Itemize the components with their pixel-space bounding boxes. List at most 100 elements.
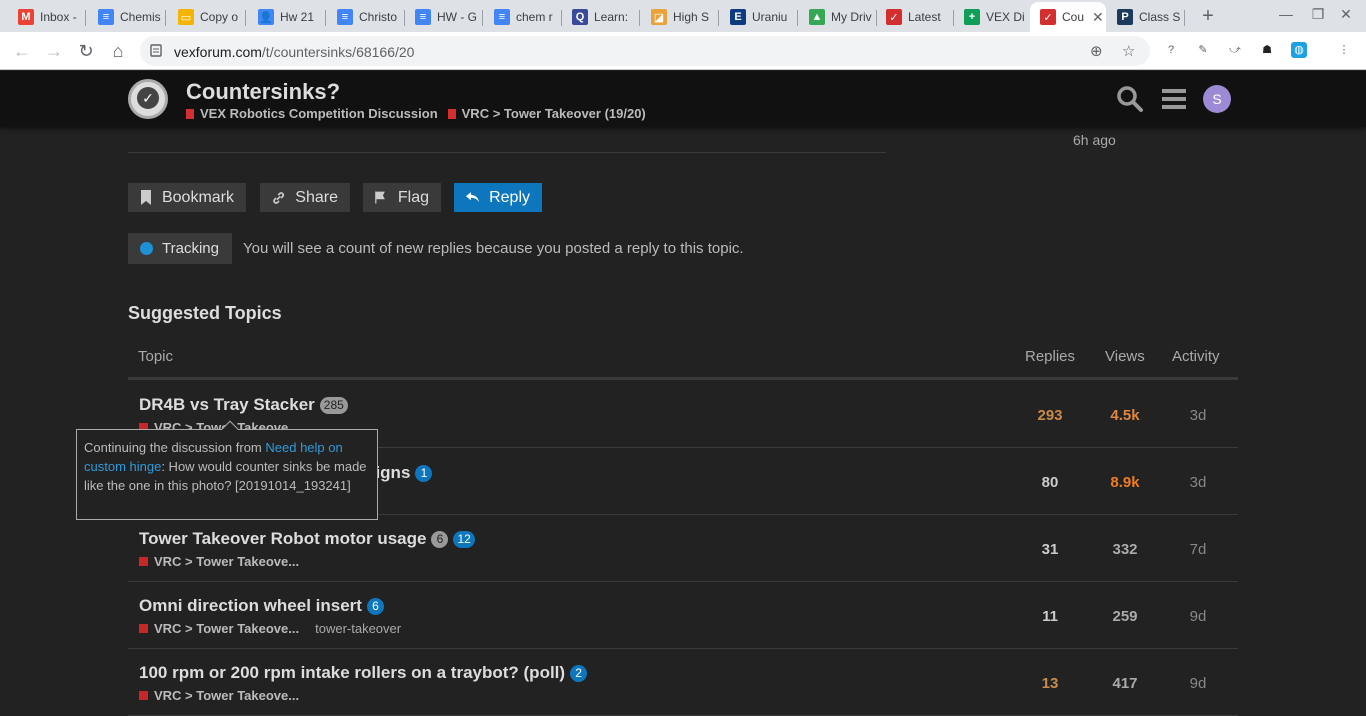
- help-extension-icon[interactable]: ?: [1163, 42, 1179, 58]
- close-tab-icon[interactable]: ✕: [1092, 9, 1104, 26]
- table-row[interactable]: Tower Takeover Robot motor usage 6 12 VRC >…: [128, 515, 1238, 582]
- unread-badge[interactable]: 6: [366, 597, 384, 615]
- restore-icon[interactable]: ❐: [1308, 6, 1328, 23]
- browser-tab[interactable]: P Class S: [1107, 2, 1185, 32]
- activity-time[interactable]: 3d: [1168, 407, 1228, 424]
- activity-time[interactable]: 9d: [1168, 675, 1228, 692]
- category-link-1[interactable]: VEX Robotics Competition Discussion: [200, 106, 438, 121]
- star-icon[interactable]: ☆: [1122, 42, 1135, 60]
- unread-badge[interactable]: 12: [453, 530, 475, 548]
- tab-label: Chemis: [120, 10, 161, 24]
- topic-category[interactable]: VRC > Tower Takeove...: [139, 688, 299, 703]
- column-views[interactable]: Views: [1105, 348, 1145, 365]
- notification-tracking-button[interactable]: Tracking: [128, 233, 232, 264]
- bookmark-icon: [140, 190, 151, 205]
- column-replies[interactable]: Replies: [1025, 348, 1075, 365]
- topic-title[interactable]: Countersinks?: [186, 79, 340, 105]
- tab-label: Cou: [1062, 10, 1085, 24]
- topic-category[interactable]: VRC > Tower Takeove...: [139, 554, 299, 569]
- hamburger-menu-icon[interactable]: [1160, 85, 1188, 113]
- category-color-icon: [139, 557, 148, 566]
- info-icon[interactable]: [150, 44, 162, 57]
- new-posts-badge[interactable]: 6: [431, 530, 449, 548]
- tab-label: HW - G: [437, 10, 477, 24]
- home-icon[interactable]: ⌂: [106, 40, 130, 62]
- link-extension-icon[interactable]: ⤻: [1227, 42, 1243, 58]
- browser-tab[interactable]: ≡ chem r: [484, 2, 562, 32]
- browser-tab[interactable]: ▲ My Driv: [799, 2, 877, 32]
- reload-icon[interactable]: ↻: [74, 40, 98, 62]
- search-icon[interactable]: [1116, 85, 1144, 113]
- activity-time[interactable]: 3d: [1168, 474, 1228, 491]
- column-topic[interactable]: Topic: [138, 348, 173, 365]
- topic-title-link[interactable]: Tower Takeover Robot motor usage 6 12: [139, 529, 475, 549]
- ghost-extension-icon[interactable]: ☗: [1259, 42, 1275, 58]
- user-avatar[interactable]: S: [1203, 85, 1231, 113]
- activity-time[interactable]: 7d: [1168, 541, 1228, 558]
- replies-count[interactable]: 293: [1020, 407, 1080, 424]
- replies-count[interactable]: 31: [1020, 541, 1080, 558]
- table-row[interactable]: 100 rpm or 200 rpm intake rollers on a t…: [128, 649, 1238, 716]
- suggested-topics-heading: Suggested Topics: [128, 303, 282, 323]
- browser-tab[interactable]: + VEX Di: [954, 2, 1032, 32]
- tab-label: Learn:: [594, 10, 629, 24]
- reply-icon: [466, 192, 480, 203]
- tab-separator: [85, 10, 86, 26]
- category-link-2[interactable]: VRC > Tower Takeover (19/20): [462, 106, 646, 121]
- topic-title-link[interactable]: 100 rpm or 200 rpm intake rollers on a t…: [139, 663, 588, 683]
- globe-extension-icon[interactable]: ◍: [1291, 42, 1307, 58]
- quizlet-icon: Q: [572, 9, 588, 25]
- replies-count[interactable]: 80: [1020, 474, 1080, 491]
- add-icon[interactable]: ⊕: [1090, 42, 1103, 60]
- browser-tab[interactable]: ◪ High S: [641, 2, 719, 32]
- browser-tab[interactable]: ✓ Cou ✕: [1030, 2, 1106, 32]
- flag-button[interactable]: Flag: [363, 183, 441, 212]
- browser-tab[interactable]: ✓ Latest: [876, 2, 954, 32]
- bookmark-button[interactable]: Bookmark: [128, 183, 246, 212]
- browser-tab[interactable]: ≡ Chemis: [88, 2, 166, 32]
- menu-kebab-icon[interactable]: ⋮: [1336, 42, 1352, 58]
- browser-tab[interactable]: Q Learn:: [562, 2, 640, 32]
- vex-logo[interactable]: ✓: [128, 79, 168, 119]
- new-posts-badge[interactable]: 285: [319, 396, 348, 414]
- address-bar[interactable]: vexforum.com/t/countersinks/68166/20 ⊕ ☆: [140, 36, 1150, 66]
- tab-separator: [325, 10, 326, 26]
- unread-badge[interactable]: 2: [570, 664, 588, 682]
- table-row[interactable]: Omni direction wheel insert 6 VRC > Tower …: [128, 582, 1238, 649]
- browser-tab[interactable]: ▭ Copy o: [168, 2, 246, 32]
- unread-badge[interactable]: 1: [415, 464, 433, 482]
- column-activity[interactable]: Activity: [1172, 348, 1220, 365]
- sheets-icon: +: [964, 9, 980, 25]
- new-tab-button[interactable]: +: [1196, 4, 1220, 28]
- pen-extension-icon[interactable]: ✎: [1195, 42, 1211, 58]
- tab-label: Copy o: [200, 10, 239, 24]
- browser-tab[interactable]: E Uraniu: [720, 2, 798, 32]
- topic-tag[interactable]: tower-takeover: [315, 621, 401, 636]
- replies-count[interactable]: 11: [1020, 608, 1080, 625]
- share-button[interactable]: Share: [260, 183, 350, 212]
- tab-separator: [482, 10, 483, 26]
- forward-icon[interactable]: →: [42, 40, 66, 62]
- browser-tab[interactable]: 👤 Hw 21: [248, 2, 326, 32]
- close-window-icon[interactable]: ✕: [1336, 6, 1356, 23]
- post-time: 6h ago: [1073, 132, 1116, 148]
- back-icon[interactable]: ←: [10, 40, 34, 62]
- browser-tab[interactable]: ≡ HW - G: [405, 2, 483, 32]
- forum-header: ✓ Countersinks? VEX Robotics Competition…: [0, 71, 1366, 127]
- category-color-icon: [447, 108, 456, 119]
- browser-tab[interactable]: ≡ Christo: [327, 2, 405, 32]
- topic-title-link[interactable]: DR4B vs Tray Stacker 285: [139, 395, 348, 415]
- replies-count[interactable]: 13: [1020, 675, 1080, 692]
- classroom-icon: 👤: [258, 9, 274, 25]
- activity-time[interactable]: 9d: [1168, 608, 1228, 625]
- tab-label: High S: [673, 10, 710, 24]
- topic-category[interactable]: VRC > Tower Takeove... tower-takeover: [139, 621, 401, 636]
- browser-tab[interactable]: M Inbox -: [8, 2, 86, 32]
- tab-separator: [639, 10, 640, 26]
- views-count: 259: [1112, 608, 1138, 625]
- reply-button[interactable]: Reply: [454, 183, 542, 212]
- topic-title-link[interactable]: Omni direction wheel insert 6: [139, 596, 384, 616]
- minimize-icon[interactable]: —: [1276, 6, 1296, 22]
- tab-separator: [245, 10, 246, 26]
- vex-icon: ✓: [886, 9, 902, 25]
